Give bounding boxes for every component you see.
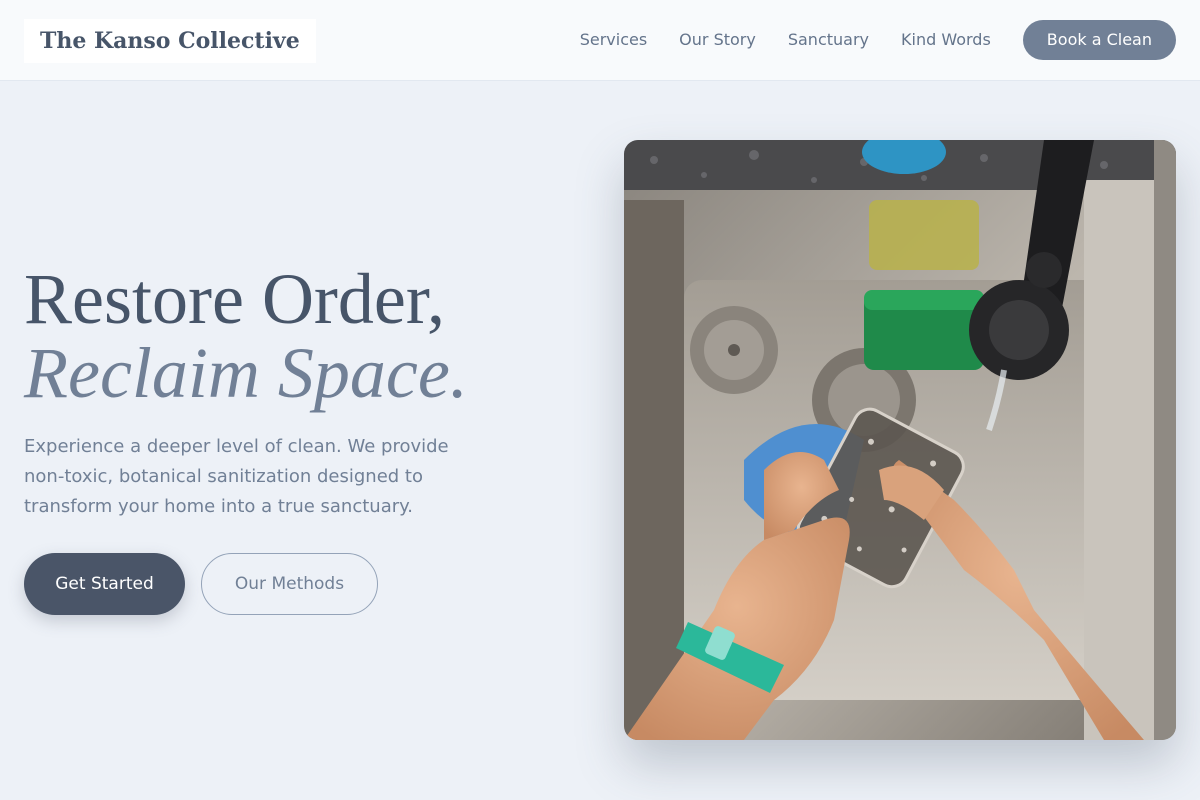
site-header: The Kanso Collective Services Our Story … <box>0 0 1200 81</box>
hero-title-line2: Reclaim Space. <box>24 333 468 413</box>
hero-title: Restore Order, Reclaim Space. <box>24 262 584 410</box>
hero-image <box>624 140 1176 740</box>
hero-description: Experience a deeper level of clean. We p… <box>24 436 449 517</box>
main-nav: Services Our Story Sanctuary Kind Words … <box>580 20 1176 60</box>
nav-link-services[interactable]: Services <box>580 20 647 60</box>
nav-link-kind-words[interactable]: Kind Words <box>901 20 991 60</box>
brand-logo[interactable]: The Kanso Collective <box>24 19 316 63</box>
nav-link-our-story[interactable]: Our Story <box>679 20 756 60</box>
book-a-clean-button[interactable]: Book a Clean <box>1022 20 1176 60</box>
get-started-button[interactable]: Get Started <box>24 553 185 615</box>
our-methods-button[interactable]: Our Methods <box>201 553 378 615</box>
nav-link-sanctuary[interactable]: Sanctuary <box>788 20 869 60</box>
hero-title-line1: Restore Order, <box>24 259 445 339</box>
sink-photo-illustration <box>624 140 1176 740</box>
